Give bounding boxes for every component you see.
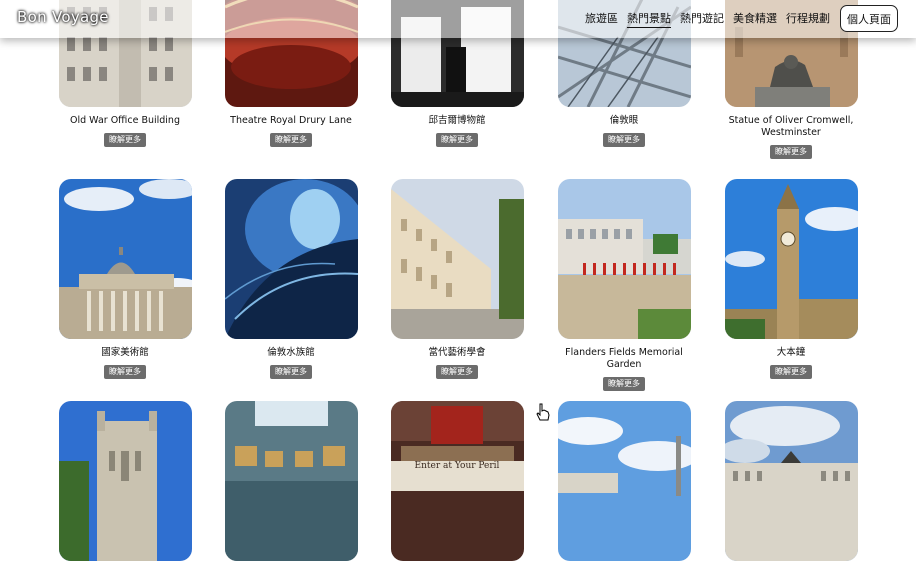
attraction-card[interactable]	[221, 401, 361, 581]
learn-more-button[interactable]: 瞭解更多	[104, 133, 146, 147]
attraction-card[interactable]	[721, 401, 861, 581]
attraction-name	[721, 569, 861, 581]
attraction-card[interactable]: 當代藝術學會 瞭解更多	[387, 179, 527, 379]
attraction-card[interactable]: Flanders Fields Memorial Garden 瞭解更多	[554, 179, 694, 391]
attraction-name: 邱吉爾博物館	[428, 115, 486, 126]
attraction-photo[interactable]	[724, 401, 858, 561]
brand-logo[interactable]: Bon Voyage	[17, 8, 109, 26]
learn-more-button[interactable]: 瞭解更多	[104, 365, 146, 379]
main-nav: 旅遊區 熱門景點 熱門遊記 美食精選 行程規劃	[585, 10, 830, 28]
attraction-photo[interactable]	[58, 401, 192, 561]
attraction-name	[554, 569, 694, 581]
attraction-card[interactable]: 倫敦水族館 瞭解更多	[221, 179, 361, 379]
attraction-name: 倫敦眼	[609, 115, 639, 126]
attraction-photo[interactable]	[390, 179, 524, 339]
attraction-card[interactable]	[554, 401, 694, 581]
attraction-card[interactable]	[55, 401, 195, 581]
attraction-photo[interactable]	[557, 401, 691, 561]
attraction-card[interactable]: 大本鐘 瞭解更多	[721, 179, 861, 379]
learn-more-button[interactable]: 瞭解更多	[603, 377, 645, 391]
attraction-photo[interactable]	[58, 179, 192, 339]
profile-button[interactable]: 個人頁面	[840, 5, 898, 32]
attraction-card[interactable]: 國家美術館 瞭解更多	[55, 179, 195, 379]
attraction-photo[interactable]: Enter at Your Peril	[390, 401, 524, 561]
nav-food-picks[interactable]: 美食精選	[733, 10, 777, 28]
attraction-name	[55, 569, 195, 581]
learn-more-button[interactable]: 瞭解更多	[770, 365, 812, 379]
attraction-photo[interactable]	[224, 179, 358, 339]
attraction-name	[387, 569, 527, 581]
shop-sign-text: Enter at Your Peril	[414, 461, 500, 471]
nav-popular-attractions[interactable]: 熱門景點	[627, 10, 671, 28]
attraction-grid: Old War Office Building 瞭解更多 Theatre Roy…	[0, 0, 916, 561]
learn-more-button[interactable]: 瞭解更多	[436, 133, 478, 147]
attraction-name: 當代藝術學會	[428, 347, 486, 358]
attraction-name: 倫敦水族館	[267, 347, 315, 358]
attraction-name: Theatre Royal Drury Lane	[230, 115, 352, 126]
attraction-name: Old War Office Building	[70, 115, 180, 126]
attraction-name: 大本鐘	[776, 347, 806, 358]
attraction-photo[interactable]	[724, 179, 858, 339]
learn-more-button[interactable]: 瞭解更多	[770, 145, 812, 159]
attraction-name	[221, 569, 361, 581]
learn-more-button[interactable]: 瞭解更多	[603, 133, 645, 147]
top-nav-bar: Bon Voyage 旅遊區 熱門景點 熱門遊記 美食精選 行程規劃 個人頁面	[0, 0, 916, 38]
attraction-card[interactable]: Enter at Your Peril	[387, 401, 527, 581]
hand-pointer-icon	[536, 403, 550, 421]
attraction-photo[interactable]	[557, 179, 691, 339]
learn-more-button[interactable]: 瞭解更多	[436, 365, 478, 379]
nav-itinerary-planning[interactable]: 行程規劃	[786, 10, 830, 28]
learn-more-button[interactable]: 瞭解更多	[270, 133, 312, 147]
nav-popular-travelogues[interactable]: 熱門遊記	[680, 10, 724, 28]
attraction-name: 國家美術館	[101, 347, 149, 358]
nav-travel-area[interactable]: 旅遊區	[585, 10, 618, 28]
learn-more-button[interactable]: 瞭解更多	[270, 365, 312, 379]
attraction-name: Flanders Fields Memorial Garden	[565, 347, 683, 370]
attraction-photo[interactable]	[224, 401, 358, 561]
attraction-name: Statue of Oliver Cromwell, Westminster	[728, 115, 854, 138]
